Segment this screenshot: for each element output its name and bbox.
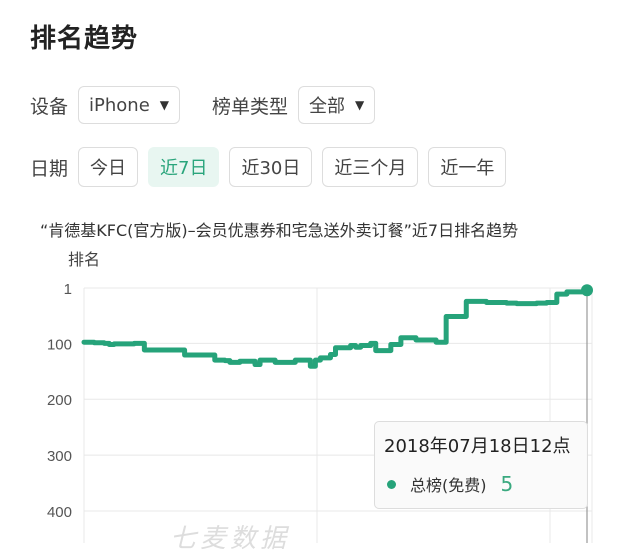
series-dot-icon bbox=[387, 479, 396, 489]
date-option-today[interactable]: 今日 bbox=[78, 147, 139, 187]
y-tick-label: 400 bbox=[47, 504, 72, 521]
date-option-30d[interactable]: 近30日 bbox=[229, 147, 313, 187]
y-axis-title: 排名 bbox=[68, 250, 101, 269]
page-title: 排名趋势 bbox=[30, 24, 139, 54]
tooltip-series-name: 总榜(免费) bbox=[410, 476, 487, 495]
date-range-row: 日期 今日 近7日 近30日 近三个月 近一年 bbox=[30, 147, 516, 187]
date-label: 日期 bbox=[30, 157, 69, 180]
list-type-select[interactable]: 全部 ▼ bbox=[298, 86, 376, 124]
series-line bbox=[81, 287, 590, 369]
y-tick-label: 200 bbox=[47, 392, 72, 409]
tooltip-value: 5 bbox=[500, 472, 514, 496]
chart-tooltip: 2018年07月18日12点 总榜(免费) 5 bbox=[374, 421, 588, 509]
tooltip-date: 2018年07月18日12点 bbox=[384, 436, 571, 457]
chevron-down-icon: ▼ bbox=[355, 98, 365, 112]
watermark: 七麦数据 bbox=[170, 524, 291, 554]
date-option-3m[interactable]: 近三个月 bbox=[322, 147, 419, 187]
chart-title: “肯德基KFC(官方版)–会员优惠券和宅急送外卖订餐”近7日排名趋势 bbox=[40, 221, 519, 240]
tooltip-series-row: 总榜(免费) 5 bbox=[387, 472, 513, 496]
date-option-1y[interactable]: 近一年 bbox=[428, 147, 507, 187]
filter-row: 设备 iPhone ▼ 榜单类型 全部 ▼ bbox=[30, 86, 376, 124]
chevron-down-icon: ▼ bbox=[159, 98, 170, 112]
device-label: 设备 bbox=[30, 95, 69, 118]
device-select[interactable]: iPhone ▼ bbox=[78, 86, 181, 124]
date-option-7d[interactable]: 近7日 bbox=[148, 147, 220, 187]
device-select-value: iPhone bbox=[89, 94, 150, 116]
y-tick-label: 300 bbox=[47, 448, 72, 465]
y-tick-label: 1 bbox=[64, 281, 72, 298]
list-type-select-value: 全部 bbox=[309, 96, 346, 117]
hover-point bbox=[581, 284, 593, 297]
y-tick-label: 100 bbox=[47, 336, 72, 353]
list-type-label: 榜单类型 bbox=[212, 95, 289, 118]
